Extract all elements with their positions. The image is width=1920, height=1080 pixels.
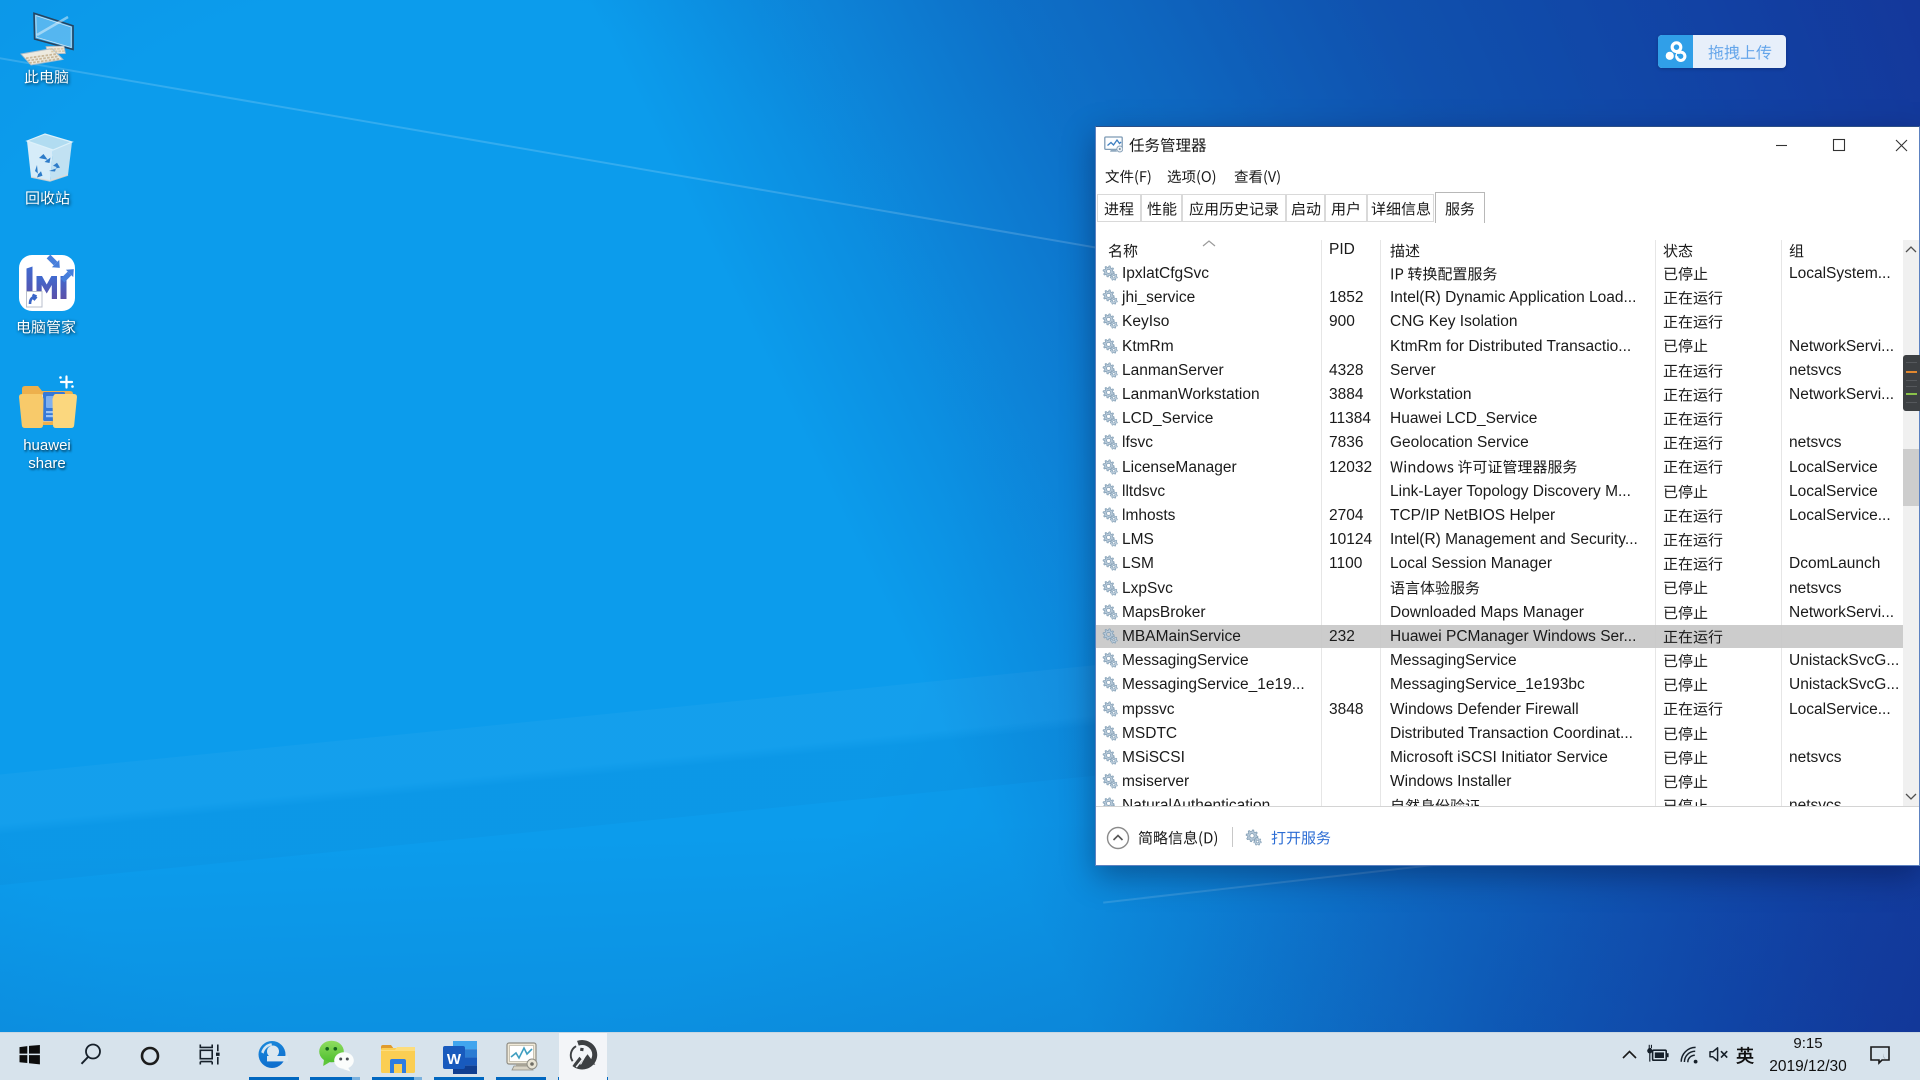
- svg-text:W: W: [447, 1051, 462, 1068]
